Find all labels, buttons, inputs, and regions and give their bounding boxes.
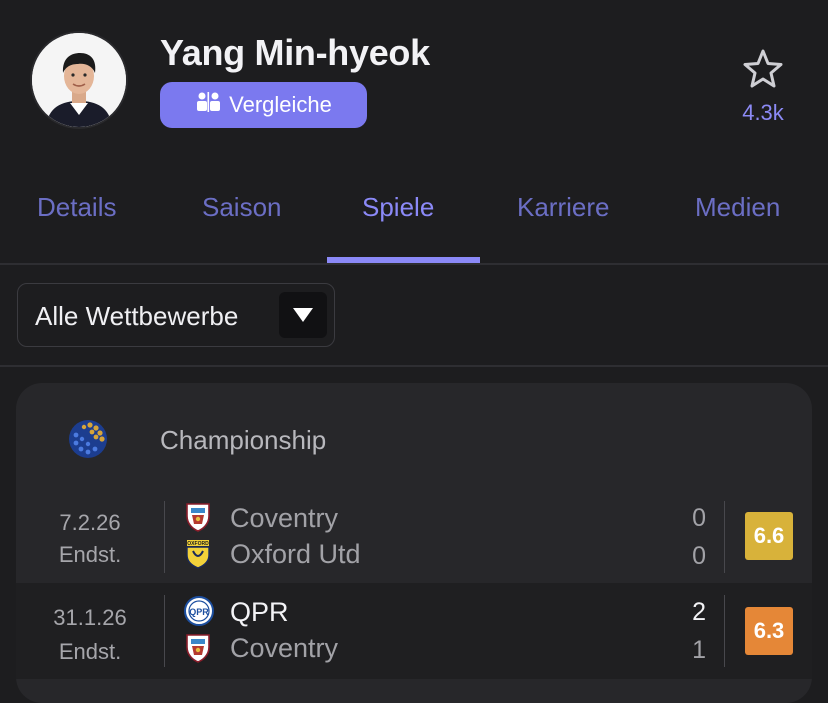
- player-avatar: [32, 33, 126, 127]
- row-divider: [164, 595, 165, 667]
- away-team-name: Coventry: [230, 633, 339, 663]
- compare-people-icon: [195, 91, 221, 119]
- qpr-crest-icon: QPR: [184, 596, 214, 626]
- tab-karriere[interactable]: Karriere: [517, 192, 609, 223]
- tabs-divider: [0, 263, 828, 265]
- svg-text:OXFORD: OXFORD: [187, 541, 209, 547]
- competition-filter-value: Alle Wettbewerbe: [35, 301, 239, 331]
- svg-text:QPR: QPR: [189, 607, 209, 617]
- match-status: Endst.: [58, 639, 122, 664]
- rating-divider: [724, 501, 725, 573]
- row-divider: [164, 501, 165, 573]
- coventry-crest-icon: [184, 633, 212, 663]
- home-score: 2: [692, 598, 706, 626]
- player-name: Yang Min-hyeok: [160, 32, 430, 73]
- oxford-crest-icon: OXFORD: [184, 539, 212, 569]
- caret-down-icon[interactable]: [279, 292, 327, 338]
- match-date: 31.1.26: [53, 605, 127, 630]
- away-team-name: Oxford Utd: [230, 539, 361, 569]
- home-team-name: Coventry: [230, 503, 339, 533]
- tab-spiele[interactable]: Spiele: [362, 192, 434, 223]
- match-status: Endst.: [58, 542, 122, 567]
- star-icon[interactable]: [742, 48, 784, 90]
- tab-medien[interactable]: Medien: [695, 192, 780, 223]
- matches-card: Championship 7.2.26 Endst. Coventry 0 OX…: [16, 383, 812, 703]
- tab-details[interactable]: Details: [37, 192, 116, 223]
- player-rating-badge: 6.6: [745, 512, 793, 560]
- match-date: 7.2.26: [59, 510, 121, 535]
- home-score: 0: [692, 504, 706, 532]
- coventry-crest-icon: [184, 502, 212, 532]
- tab-saison[interactable]: Saison: [202, 192, 282, 223]
- follower-count: 4.3k: [742, 100, 784, 125]
- championship-logo-icon: [68, 419, 108, 459]
- match-row[interactable]: 31.1.26 Endst. QPR QPR 2 Coventry 1 6.3: [16, 583, 812, 679]
- match-row[interactable]: 7.2.26 Endst. Coventry 0 OXFORD Oxford U…: [16, 489, 812, 585]
- rating-divider: [724, 595, 725, 667]
- competition-name: Championship: [160, 425, 327, 455]
- player-header: Yang Min-hyeok Vergleiche 4.3k: [0, 0, 828, 160]
- away-score: 0: [692, 542, 706, 570]
- home-team-name: QPR: [230, 597, 289, 627]
- competition-filter-dropdown[interactable]: Alle Wettbewerbe: [17, 283, 335, 347]
- compare-button-label: Vergleiche: [229, 92, 332, 117]
- away-score: 1: [692, 636, 706, 664]
- section-divider: [0, 365, 828, 367]
- compare-button[interactable]: Vergleiche: [160, 82, 367, 128]
- player-rating-badge: 6.3: [745, 607, 793, 655]
- tab-bar: Details Saison Spiele Karriere Medien: [0, 170, 828, 264]
